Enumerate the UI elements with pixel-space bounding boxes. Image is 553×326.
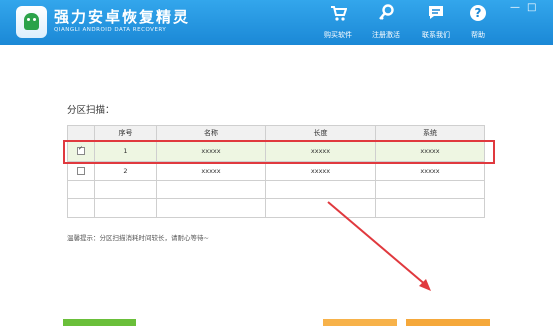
back-button[interactable]	[63, 319, 136, 326]
secondary-action-button[interactable]	[323, 319, 397, 326]
annotation-arrow	[327, 201, 431, 291]
start-scan-button[interactable]	[406, 319, 490, 326]
